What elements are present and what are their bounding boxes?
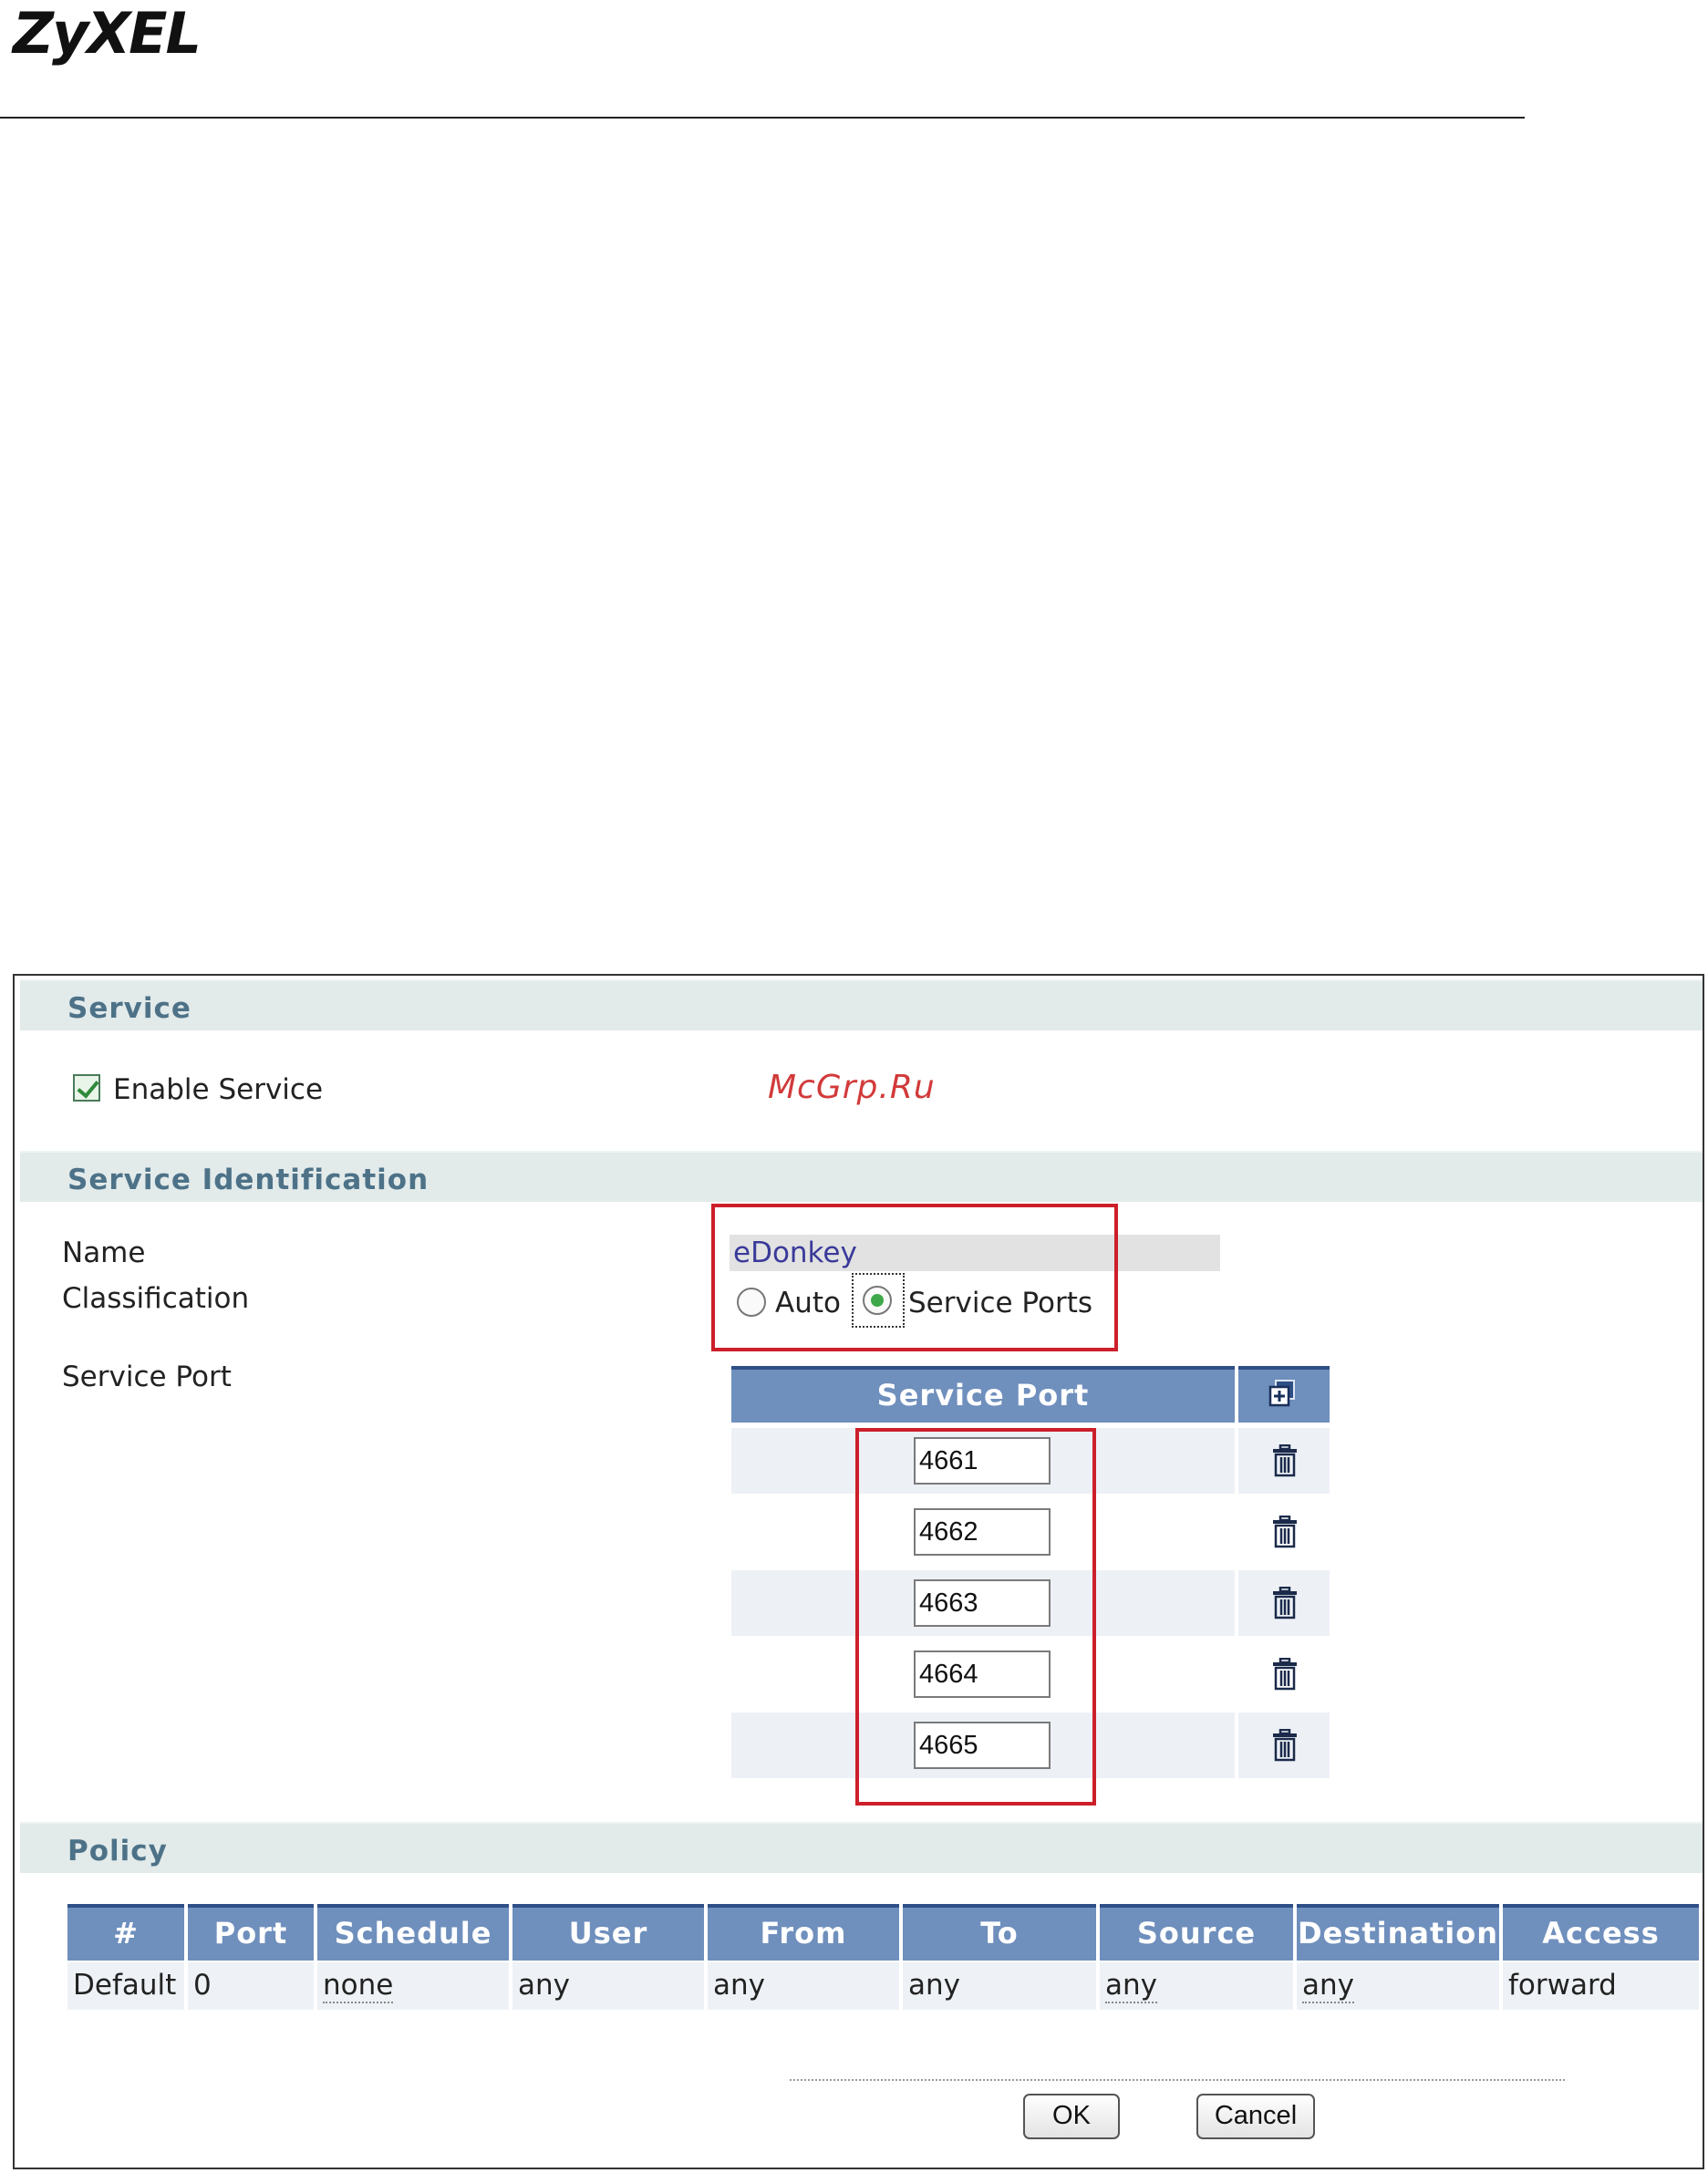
trash-icon[interactable] — [1271, 1444, 1299, 1477]
policy-col-header-to: To — [903, 1904, 1096, 1961]
service-port-action-cell — [1238, 1570, 1330, 1636]
policy-cell-schedule: none — [317, 1962, 509, 2010]
policy-col-label: User — [568, 1916, 648, 1951]
trash-icon[interactable] — [1271, 1658, 1299, 1691]
policy-source-link[interactable]: any — [1105, 1969, 1157, 2003]
policy-schedule-link[interactable]: none — [323, 1969, 394, 2003]
watermark: McGrp.Ru — [768, 1069, 936, 1106]
trash-icon[interactable] — [1271, 1587, 1299, 1619]
service-ports-highlight — [855, 1428, 1096, 1806]
service-config-screenshot: Service Enable Service McGrp.Ru Service … — [13, 974, 1704, 2169]
service-port-action-cell — [1238, 1499, 1330, 1565]
policy-cell-destination: any — [1297, 1962, 1499, 2010]
policy-col-header-user: User — [512, 1904, 704, 1961]
policy-cell-text: any — [713, 1969, 765, 2002]
trash-icon[interactable] — [1271, 1516, 1299, 1548]
policy-cell-text: any — [518, 1969, 570, 2002]
identification-section-header: Service Identification — [20, 1151, 1703, 1202]
policy-col-label: To — [980, 1916, 1019, 1951]
policy-col-header-source: Source — [1100, 1904, 1293, 1961]
policy-cell-text: forward — [1508, 1969, 1617, 2002]
policy-col-label: Destination — [1298, 1916, 1498, 1951]
policy-col-header-number: # — [67, 1904, 184, 1961]
service-port-action-cell — [1238, 1713, 1330, 1778]
ok-button[interactable]: OK — [1023, 2094, 1120, 2139]
service-port-action-cell — [1238, 1428, 1330, 1494]
policy-col-label: # — [113, 1916, 139, 1951]
policy-col-header-destination: Destination — [1297, 1904, 1499, 1961]
policy-cell-text: 0 — [193, 1969, 212, 2002]
button-divider — [790, 2079, 1565, 2081]
service-section-title: Service — [67, 992, 192, 1025]
policy-cell-user: any — [512, 1962, 704, 2010]
service-port-action-cell — [1238, 1641, 1330, 1707]
policy-destination-link[interactable]: any — [1302, 1969, 1354, 2003]
policy-col-label: From — [760, 1916, 847, 1951]
classification-label: Classification — [62, 1282, 250, 1315]
policy-col-label: Port — [213, 1916, 288, 1951]
service-port-header-label: Service Port — [876, 1378, 1090, 1412]
cancel-button[interactable]: Cancel — [1196, 2094, 1315, 2139]
service-section-header: Service — [20, 979, 1703, 1030]
service-port-label: Service Port — [62, 1361, 232, 1393]
policy-cell-text: any — [908, 1969, 960, 2002]
trash-icon[interactable] — [1271, 1729, 1299, 1762]
zyxel-logo: ZyXEL — [13, 0, 202, 67]
name-label: Name — [62, 1237, 146, 1269]
policy-cell-from: any — [708, 1962, 899, 2010]
policy-col-header-schedule: Schedule — [317, 1904, 509, 1961]
policy-col-header-port: Port — [188, 1904, 314, 1961]
policy-cell-port: 0 — [188, 1962, 314, 2010]
policy-cell-to: any — [903, 1962, 1096, 2010]
policy-col-label: Schedule — [334, 1916, 492, 1951]
policy-cell-access: forward — [1503, 1962, 1699, 2010]
policy-col-header-access: Access — [1503, 1904, 1699, 1961]
service-port-header: Service Port — [731, 1366, 1235, 1423]
policy-col-header-from: From — [708, 1904, 899, 1961]
policy-col-label: Source — [1136, 1916, 1257, 1951]
service-port-add-header — [1238, 1366, 1330, 1423]
add-icon[interactable] — [1266, 1377, 1302, 1413]
policy-section-header: Policy — [20, 1822, 1703, 1873]
enable-service-label: Enable Service — [113, 1073, 324, 1106]
policy-col-label: Access — [1542, 1916, 1660, 1951]
header-divider — [0, 117, 1525, 119]
policy-cell-number: Default — [67, 1962, 184, 2010]
enable-service-checkbox[interactable] — [73, 1074, 100, 1102]
policy-cell-source: any — [1100, 1962, 1293, 2010]
name-classification-highlight — [711, 1204, 1118, 1351]
policy-section-title: Policy — [67, 1835, 168, 1868]
identification-section-title: Service Identification — [67, 1164, 430, 1196]
policy-cell-text: Default — [73, 1969, 177, 2002]
